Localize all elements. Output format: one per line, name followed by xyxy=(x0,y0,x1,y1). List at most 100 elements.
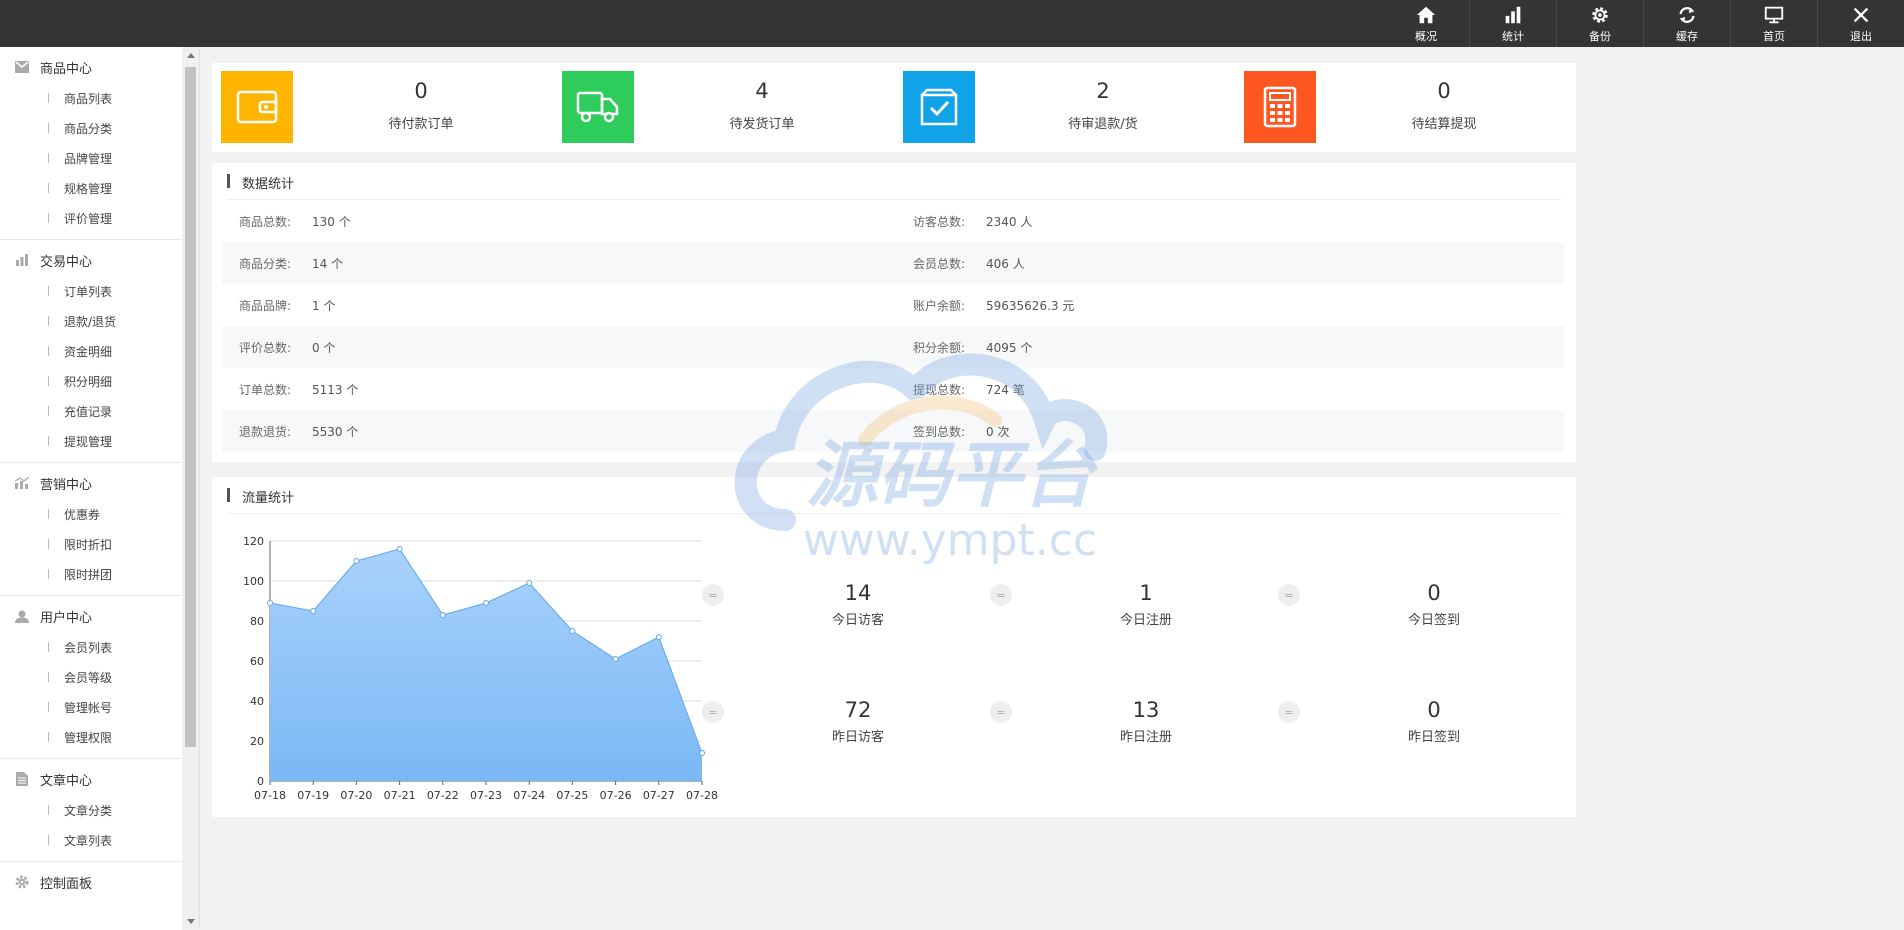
sidebar-group-trade: 交易中心 订单列表 退款/退货 资金明细 积分明细 充值记录 提现管理 xyxy=(0,244,182,456)
chart-point xyxy=(569,628,576,634)
stat-value: 0 次 xyxy=(986,425,1010,439)
gear-icon xyxy=(1592,6,1608,23)
stat-value: 406 人 xyxy=(986,257,1025,271)
sidebar-group-article: 文章中心 文章分类 文章列表 xyxy=(0,763,182,855)
sidebar-item[interactable]: 品牌管理 xyxy=(0,143,182,173)
stat-number: 0 xyxy=(1427,698,1441,722)
sidebar-item[interactable]: 规格管理 xyxy=(0,173,182,203)
chart-ytick-label: 60 xyxy=(250,655,264,668)
stat-key: 积分余额: xyxy=(913,341,966,355)
today-registrations: 1 今日注册 xyxy=(1066,581,1226,628)
stat-label: 今日注册 xyxy=(1119,613,1172,628)
top-bar: 概况 统计 备份 缓存 首页 退出 xyxy=(0,0,1904,47)
nav-cache[interactable]: 缓存 xyxy=(1643,0,1730,47)
nav-backup[interactable]: 备份 xyxy=(1556,0,1643,47)
sidebar-group-marketing: 营销中心 优惠券 限时折扣 限时拼团 xyxy=(0,467,182,589)
nav-homepage[interactable]: 首页 xyxy=(1730,0,1817,47)
sidebar-group-head[interactable]: 交易中心 xyxy=(0,244,182,276)
card-value: 0 xyxy=(1437,79,1451,103)
sidebar-group-head[interactable]: 商品中心 xyxy=(0,51,182,83)
bar-chart-icon xyxy=(14,252,30,268)
sidebar-group-title: 文章中心 xyxy=(40,773,93,789)
nav-backup-label: 备份 xyxy=(1589,29,1611,43)
sidebar-item[interactable]: 积分明细 xyxy=(0,366,182,396)
sidebar-item[interactable]: 限时折扣 xyxy=(0,529,182,559)
scrollbar-thumb[interactable] xyxy=(185,67,196,747)
sidebar-group-head[interactable]: 营销中心 xyxy=(0,467,182,499)
sidebar-item[interactable]: 评价管理 xyxy=(0,203,182,233)
chart-ytick-label: 80 xyxy=(250,615,264,628)
stat-value: 5113 个 xyxy=(312,383,359,397)
stat-key: 退款退货: xyxy=(239,425,292,439)
sidebar-item[interactable]: 文章列表 xyxy=(0,825,182,855)
equals-badge: = xyxy=(702,584,724,606)
chart-area xyxy=(270,549,702,781)
sidebar-item[interactable]: 商品列表 xyxy=(0,83,182,113)
nav-statistics[interactable]: 统计 xyxy=(1469,0,1556,47)
nav-overview-label: 概况 xyxy=(1415,29,1437,43)
sidebar-item[interactable]: 订单列表 xyxy=(0,276,182,306)
sidebar-item[interactable]: 充值记录 xyxy=(0,396,182,426)
chart-ytick-label: 40 xyxy=(250,695,264,708)
stat-key: 商品总数: xyxy=(239,215,292,229)
today-visitors: 14 今日访客 xyxy=(778,581,938,628)
yesterday-registrations: 13 昨日注册 xyxy=(1066,698,1226,745)
sidebar-item[interactable]: 限时拼团 xyxy=(0,559,182,589)
sidebar-item[interactable]: 管理帐号 xyxy=(0,692,182,722)
sidebar-group-head[interactable]: 控制面板 xyxy=(0,866,182,898)
sidebar-item[interactable]: 管理权限 xyxy=(0,722,182,752)
card-value: 2 xyxy=(1096,79,1110,103)
sidebar-item[interactable]: 优惠券 xyxy=(0,499,182,529)
sidebar-group-head[interactable]: 文章中心 xyxy=(0,763,182,795)
sidebar-scrollbar[interactable] xyxy=(182,47,200,928)
scroll-down-arrow-icon[interactable] xyxy=(187,919,195,924)
stats-row: 商品总数: 130 个 访客总数: 2340 人 xyxy=(222,200,1564,242)
card-label: 待发货订单 xyxy=(729,117,795,132)
stat-value: 130 个 xyxy=(312,215,351,229)
bar-chart-icon xyxy=(1505,6,1521,23)
sidebar-item[interactable]: 资金明细 xyxy=(0,336,182,366)
card-pending-shipment[interactable]: 4 待发货订单 xyxy=(562,71,892,143)
sidebar-divider xyxy=(0,462,182,463)
chart-ytick-label: 100 xyxy=(243,575,264,588)
chart-xtick-label: 07-18 xyxy=(254,789,286,802)
sidebar-item[interactable]: 会员等级 xyxy=(0,662,182,692)
card-pending-refund[interactable]: 2 待审退款/货 xyxy=(903,71,1233,143)
stat-value: 14 个 xyxy=(312,257,344,271)
sidebar-item[interactable]: 会员列表 xyxy=(0,632,182,662)
nav-overview[interactable]: 概况 xyxy=(1383,0,1469,47)
scroll-up-arrow-icon[interactable] xyxy=(187,53,195,58)
gear-icon xyxy=(14,874,30,890)
sidebar-group-title: 营销中心 xyxy=(40,477,93,493)
sidebar-group-title: 用户中心 xyxy=(40,610,93,626)
card-pending-withdraw[interactable]: 0 待结算提现 xyxy=(1244,71,1574,143)
nav-cache-label: 缓存 xyxy=(1676,29,1698,43)
stat-key: 提现总数: xyxy=(913,383,966,397)
equals-badge: = xyxy=(702,701,724,723)
nav-logout[interactable]: 退出 xyxy=(1817,0,1904,47)
sidebar-item[interactable]: 商品分类 xyxy=(0,113,182,143)
stat-value: 2340 人 xyxy=(986,215,1033,229)
traffic-title: 流量统计 xyxy=(242,491,295,506)
sidebar-item[interactable]: 退款/退货 xyxy=(0,306,182,336)
stat-value: 4095 个 xyxy=(986,341,1033,355)
chart-xtick-label: 07-20 xyxy=(340,789,372,802)
sidebar-group-title: 控制面板 xyxy=(40,876,93,892)
box-check-icon xyxy=(903,71,975,143)
sidebar-group-head[interactable]: 用户中心 xyxy=(0,600,182,632)
stats-row: 商品分类: 14 个 会员总数: 406 人 xyxy=(222,242,1564,284)
traffic-header: 流量统计 xyxy=(227,477,1561,514)
stat-key: 评价总数: xyxy=(239,341,292,355)
nav-statistics-label: 统计 xyxy=(1502,29,1524,43)
stat-key: 会员总数: xyxy=(913,257,966,271)
chart-xtick-label: 07-19 xyxy=(297,789,329,802)
card-pending-payment[interactable]: 0 待付款订单 xyxy=(221,71,551,143)
sidebar-item[interactable]: 提现管理 xyxy=(0,426,182,456)
chart-point xyxy=(699,750,705,756)
stat-key: 访客总数: xyxy=(913,215,966,229)
stat-value: 1 个 xyxy=(312,299,336,313)
mail-icon xyxy=(14,59,30,75)
sidebar-item[interactable]: 文章分类 xyxy=(0,795,182,825)
chart-xtick-label: 07-23 xyxy=(470,789,502,802)
equals-badge: = xyxy=(990,584,1012,606)
